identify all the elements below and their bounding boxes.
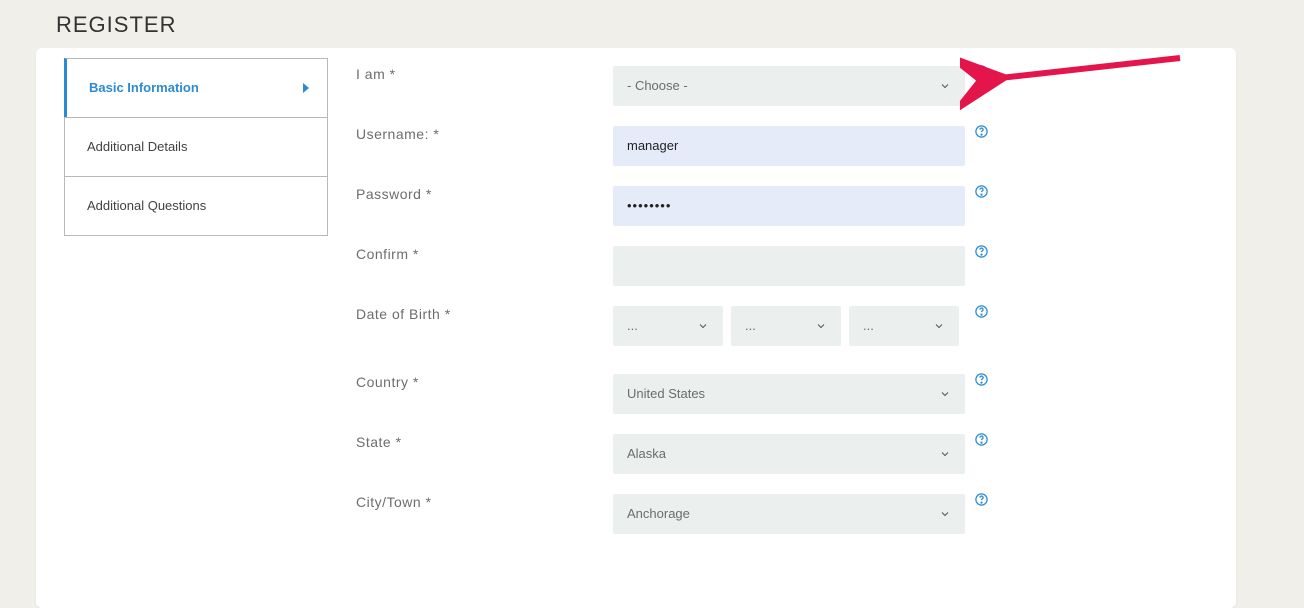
chevron-down-icon	[939, 80, 951, 92]
page-title: REGISTER	[0, 0, 1304, 38]
select-country[interactable]: United States	[613, 374, 965, 414]
select-iam[interactable]: - Choose -	[613, 66, 965, 106]
select-dob-year-value: ...	[863, 318, 874, 333]
label-dob: Date of Birth *	[356, 306, 556, 322]
row-iam: I am * - Choose -	[356, 66, 1056, 126]
help-icon[interactable]	[974, 64, 989, 79]
label-city: City/Town *	[356, 494, 556, 510]
label-state: State *	[356, 434, 556, 450]
tab-label: Basic Information	[89, 80, 199, 95]
caret-right-icon	[303, 83, 309, 93]
tab-label: Additional Details	[87, 139, 187, 154]
chevron-down-icon	[815, 320, 827, 332]
row-username: Username: * manager	[356, 126, 1056, 186]
help-icon[interactable]	[974, 372, 989, 387]
form-card: Basic Information Additional Details Add…	[36, 48, 1236, 608]
row-confirm: Confirm *	[356, 246, 1056, 306]
help-icon[interactable]	[974, 304, 989, 319]
select-dob-year[interactable]: ...	[849, 306, 959, 346]
select-dob-month-value: ...	[745, 318, 756, 333]
select-state-value: Alaska	[627, 446, 666, 461]
dob-group: ... ... ...	[613, 306, 965, 346]
label-username: Username: *	[356, 126, 556, 142]
tab-basic-information[interactable]: Basic Information	[64, 58, 327, 117]
help-icon[interactable]	[974, 124, 989, 139]
select-country-value: United States	[627, 386, 705, 401]
select-state[interactable]: Alaska	[613, 434, 965, 474]
select-iam-value: - Choose -	[627, 78, 688, 93]
row-country: Country * United States	[356, 374, 1056, 434]
input-password[interactable]: ••••••••	[613, 186, 965, 226]
select-dob-day[interactable]: ...	[613, 306, 723, 346]
input-username[interactable]: manager	[613, 126, 965, 166]
help-icon[interactable]	[974, 184, 989, 199]
input-password-value: ••••••••	[627, 198, 671, 213]
register-form: I am * - Choose - Username: * manager	[356, 66, 1056, 554]
step-tabs: Basic Information Additional Details Add…	[64, 58, 328, 236]
label-iam: I am *	[356, 66, 556, 82]
chevron-down-icon	[697, 320, 709, 332]
label-country: Country *	[356, 374, 556, 390]
chevron-down-icon	[939, 448, 951, 460]
tab-additional-details[interactable]: Additional Details	[65, 117, 327, 176]
select-dob-day-value: ...	[627, 318, 638, 333]
help-icon[interactable]	[974, 492, 989, 507]
select-city-value: Anchorage	[627, 506, 690, 521]
input-confirm[interactable]	[613, 246, 965, 286]
row-password: Password * ••••••••	[356, 186, 1056, 246]
chevron-down-icon	[933, 320, 945, 332]
chevron-down-icon	[939, 388, 951, 400]
label-confirm: Confirm *	[356, 246, 556, 262]
input-username-value: manager	[627, 138, 678, 153]
tab-label: Additional Questions	[87, 198, 206, 213]
select-dob-month[interactable]: ...	[731, 306, 841, 346]
select-city[interactable]: Anchorage	[613, 494, 965, 534]
row-dob: Date of Birth * ... ...	[356, 306, 1056, 374]
row-state: State * Alaska	[356, 434, 1056, 494]
row-city: City/Town * Anchorage	[356, 494, 1056, 554]
tab-additional-questions[interactable]: Additional Questions	[65, 176, 327, 235]
help-icon[interactable]	[974, 432, 989, 447]
help-icon[interactable]	[974, 244, 989, 259]
chevron-down-icon	[939, 508, 951, 520]
label-password: Password *	[356, 186, 556, 202]
